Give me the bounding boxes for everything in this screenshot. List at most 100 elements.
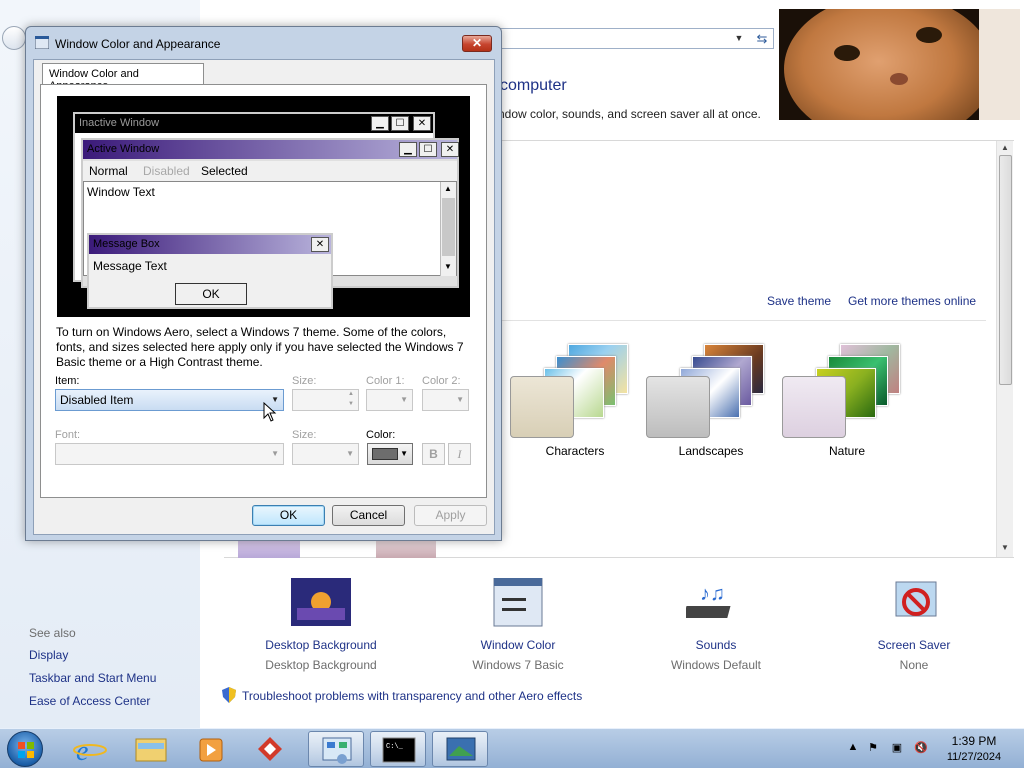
tab-window-color-appearance[interactable]: Window Color and Appearance bbox=[42, 63, 204, 92]
save-theme-link[interactable]: Save theme bbox=[767, 294, 831, 308]
taskbar-display-settings[interactable] bbox=[432, 731, 488, 767]
theme-characters-color bbox=[510, 376, 574, 438]
clock-time[interactable]: 1:39 PM bbox=[936, 734, 1012, 748]
page-title: computer bbox=[500, 77, 567, 94]
color2-select[interactable]: ▼ bbox=[422, 389, 469, 411]
aero-info-text: To turn on Windows Aero, select a Window… bbox=[56, 325, 464, 369]
screen-saver-shortcut[interactable]: Screen Saver None bbox=[829, 578, 999, 672]
volume-muted-icon[interactable]: 🔇 bbox=[914, 741, 928, 755]
taskbar-control-panel[interactable] bbox=[308, 731, 364, 767]
italic-button[interactable]: I bbox=[448, 443, 471, 465]
theme-scrollbar[interactable]: ▲ ▼ bbox=[996, 141, 1013, 557]
action-center-flag-icon[interactable]: ⚑ bbox=[866, 741, 880, 755]
chevron-down-icon: ▼ bbox=[346, 449, 354, 458]
taskbar-gmail[interactable] bbox=[242, 731, 298, 767]
taskbar-command-prompt[interactable]: C:\_ bbox=[370, 731, 426, 767]
control-panel-icon bbox=[322, 737, 352, 764]
svg-text:e: e bbox=[76, 736, 88, 767]
theme-characters[interactable]: Characters bbox=[510, 340, 640, 460]
ok-button[interactable]: OK bbox=[252, 505, 325, 526]
close-icon: ✕ bbox=[413, 116, 431, 131]
window-text: Window Text bbox=[87, 185, 155, 199]
theme-label: Landscapes bbox=[678, 444, 744, 458]
ease-of-access-link[interactable]: Ease of Access Center bbox=[29, 694, 150, 708]
scroll-up-icon[interactable]: ▲ bbox=[1001, 143, 1009, 152]
display-link[interactable]: Display bbox=[29, 648, 68, 662]
font-size-select[interactable]: ▼ bbox=[292, 443, 359, 465]
font-label: Font: bbox=[55, 429, 81, 441]
back-button[interactable] bbox=[2, 26, 26, 50]
troubleshoot-link[interactable]: Troubleshoot problems with transparency … bbox=[222, 687, 582, 703]
apply-button[interactable]: Apply bbox=[414, 505, 487, 526]
item-select-value: Disabled Item bbox=[60, 393, 134, 407]
troubleshoot-label: Troubleshoot problems with transparency … bbox=[242, 689, 583, 703]
msgbox-text: Message Text bbox=[93, 259, 167, 273]
inactive-title-bar[interactable]: Inactive Window ▁ ☐ ✕ bbox=[75, 114, 433, 133]
gmail-icon bbox=[258, 737, 282, 761]
scrollbar-thumb[interactable] bbox=[999, 155, 1012, 385]
shortcut-value: Windows 7 Basic bbox=[472, 658, 564, 672]
maximize-icon: ☐ bbox=[391, 116, 409, 131]
appearance-preview[interactable]: Inactive Window ▁ ☐ ✕ Active Window ▁ ☐ … bbox=[57, 96, 470, 317]
shortcut-title: Sounds bbox=[695, 638, 737, 652]
color-picker-button[interactable]: ▼ bbox=[367, 443, 413, 465]
preview-message-box[interactable]: Message Box ✕ Message Text OK bbox=[87, 233, 333, 309]
close-icon: ✕ bbox=[311, 237, 329, 252]
color2-label: Color 2: bbox=[422, 375, 461, 387]
scroll-down-icon[interactable]: ▼ bbox=[1001, 543, 1009, 552]
active-title-bar[interactable]: Active Window ▁ ☐ ✕ bbox=[83, 140, 459, 159]
command-prompt-icon: C:\_ bbox=[382, 737, 416, 763]
desktop-background-shortcut[interactable]: Desktop Background Desktop Background bbox=[236, 578, 406, 672]
windows-logo-icon bbox=[18, 742, 34, 758]
close-icon[interactable]: ✕ bbox=[462, 35, 492, 52]
menu-selected[interactable]: Selected bbox=[201, 164, 248, 178]
theme-landscapes-color bbox=[646, 376, 710, 438]
preview-scrollbar[interactable]: ▲ ▼ bbox=[440, 182, 456, 276]
preview-menu-bar[interactable]: Normal Disabled Selected bbox=[83, 161, 457, 181]
divider bbox=[500, 320, 986, 321]
msgbox-ok-button[interactable]: OK bbox=[175, 283, 247, 305]
msgbox-title-bar[interactable]: Message Box ✕ bbox=[89, 235, 331, 254]
theme-label: Characters bbox=[545, 444, 605, 458]
window-color-shortcut[interactable]: Window Color Windows 7 Basic bbox=[433, 577, 603, 672]
taskbar-media-player[interactable] bbox=[182, 731, 238, 767]
color1-label: Color 1: bbox=[366, 375, 405, 387]
cancel-button[interactable]: Cancel bbox=[332, 505, 405, 526]
sounds-shortcut[interactable]: ♪♫ Sounds Windows Default bbox=[631, 578, 801, 672]
media-player-icon bbox=[199, 738, 223, 762]
refresh-icon[interactable]: ⇆ bbox=[752, 30, 772, 47]
bold-button[interactable]: B bbox=[422, 443, 445, 465]
network-icon[interactable]: ▣ bbox=[890, 741, 904, 755]
theme-nature[interactable]: Nature bbox=[782, 340, 912, 460]
sounds-icon: ♪♫ bbox=[683, 578, 746, 628]
window-color-dialog: Window Color and Appearance ✕ Window Col… bbox=[25, 26, 502, 541]
maximize-icon: ☐ bbox=[419, 142, 437, 157]
address-dropdown-icon[interactable]: ▼ bbox=[730, 30, 748, 47]
theme-thumbnail[interactable] bbox=[376, 540, 436, 558]
color1-select[interactable]: ▼ bbox=[366, 389, 413, 411]
taskbar-windows-explorer[interactable] bbox=[122, 731, 178, 767]
mouse-cursor-icon bbox=[263, 401, 277, 422]
theme-landscapes[interactable]: Landscapes bbox=[646, 340, 776, 460]
display-settings-icon bbox=[446, 737, 476, 761]
size-stepper[interactable]: ▲ ▼ bbox=[292, 389, 359, 411]
theme-thumbnail[interactable] bbox=[238, 540, 300, 558]
clock-date[interactable]: 11/27/2024 bbox=[936, 751, 1012, 763]
chevron-down-icon: ▼ bbox=[456, 395, 464, 404]
menu-normal[interactable]: Normal bbox=[89, 164, 128, 178]
size-label: Size: bbox=[292, 375, 317, 387]
font-size-label: Size: bbox=[292, 429, 317, 441]
menu-disabled[interactable]: Disabled bbox=[143, 164, 190, 178]
page-subtitle: ndow color, sounds, and screen saver all… bbox=[498, 107, 761, 121]
taskbar-internet-explorer[interactable]: e bbox=[62, 731, 118, 767]
get-more-themes-link[interactable]: Get more themes online bbox=[848, 294, 976, 308]
shortcut-value: None bbox=[899, 658, 929, 672]
chevron-down-icon: ▼ bbox=[271, 449, 279, 458]
see-also-heading: See also bbox=[29, 626, 76, 640]
shortcut-value: Desktop Background bbox=[265, 658, 377, 672]
taskbar-start-menu-link[interactable]: Taskbar and Start Menu bbox=[29, 671, 156, 685]
font-select[interactable]: ▼ bbox=[55, 443, 284, 465]
show-hidden-icons-icon[interactable]: ▲ bbox=[846, 741, 860, 755]
item-select[interactable]: Disabled Item ▼ bbox=[55, 389, 284, 411]
start-button[interactable] bbox=[7, 731, 43, 767]
